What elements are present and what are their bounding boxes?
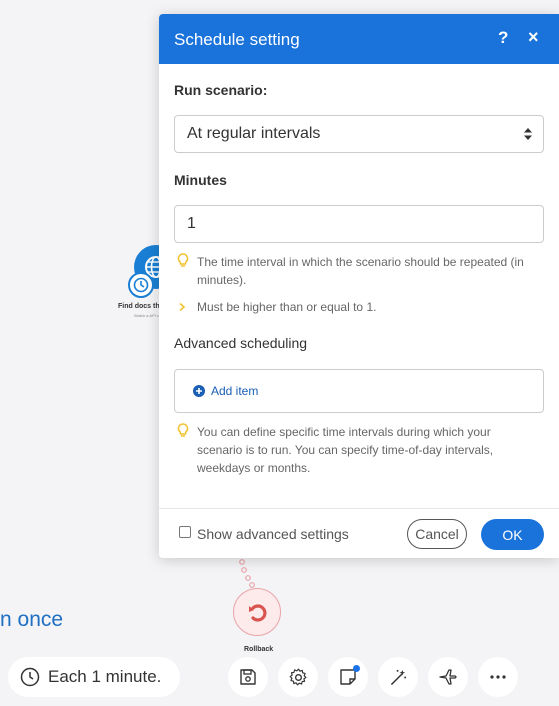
- clock-icon: [20, 667, 40, 687]
- notes-button[interactable]: [328, 657, 368, 697]
- ok-button[interactable]: OK: [481, 519, 544, 550]
- undo-icon: [249, 604, 267, 622]
- lightbulb-icon: [177, 423, 189, 437]
- connector-dots: [239, 559, 255, 588]
- magic-wand-icon: [390, 669, 406, 685]
- save-icon: [240, 669, 256, 685]
- cancel-button[interactable]: Cancel: [407, 519, 467, 549]
- schedule-text: Each 1 minute.: [48, 667, 162, 686]
- run-scenario-select[interactable]: At regular intervals: [174, 115, 544, 153]
- add-item-label: Add item: [211, 384, 259, 398]
- help-button[interactable]: ?: [498, 28, 508, 48]
- save-button[interactable]: [228, 657, 268, 697]
- dialog-title: Schedule setting: [174, 30, 300, 49]
- show-advanced-checkbox[interactable]: [179, 526, 191, 538]
- rollback-label: Rollback: [244, 646, 274, 653]
- run-scenario-label: Run scenario:: [174, 82, 268, 98]
- dialog-header: Schedule setting ? ×: [159, 14, 559, 64]
- close-button[interactable]: ×: [528, 27, 539, 48]
- gear-icon: [289, 668, 306, 685]
- more-icon: [490, 675, 506, 679]
- advanced-scheduling-label: Advanced scheduling: [174, 335, 308, 351]
- sort-arrows-icon: [524, 128, 532, 140]
- explain-flow-button[interactable]: [428, 657, 468, 697]
- more-button[interactable]: [478, 657, 518, 697]
- minutes-hint: The time interval in which the scenario …: [197, 255, 524, 287]
- advanced-hint: You can define specific time intervals d…: [197, 425, 494, 475]
- settings-button[interactable]: [278, 657, 318, 697]
- add-item-button[interactable]: Add item: [193, 384, 258, 398]
- notification-dot: [353, 665, 360, 672]
- lightbulb-icon: [177, 253, 189, 267]
- auto-align-button[interactable]: [378, 657, 418, 697]
- minutes-input[interactable]: 1: [174, 205, 544, 243]
- show-advanced-label[interactable]: Show advanced settings: [197, 526, 349, 542]
- advanced-scheduling-list: Add item: [174, 369, 544, 413]
- chevron-right-icon: [179, 302, 186, 312]
- clock-badge-icon: [133, 277, 149, 293]
- rollback-node[interactable]: [233, 588, 281, 636]
- minutes-label: Minutes: [174, 172, 227, 188]
- trigger-clock-badge[interactable]: [128, 272, 154, 298]
- schedule-button[interactable]: Each 1 minute.: [8, 657, 180, 697]
- airplane-icon: [439, 669, 457, 685]
- dialog-footer: Show advanced settings Cancel OK: [159, 508, 559, 558]
- minutes-rule: Must be higher than or equal to 1.: [197, 300, 377, 314]
- run-once-button[interactable]: n once: [0, 608, 63, 632]
- schedule-setting-dialog: Schedule setting ? × Run scenario: At re…: [159, 14, 559, 558]
- run-scenario-value: At regular intervals: [187, 125, 321, 142]
- plus-circle-icon: [193, 385, 205, 397]
